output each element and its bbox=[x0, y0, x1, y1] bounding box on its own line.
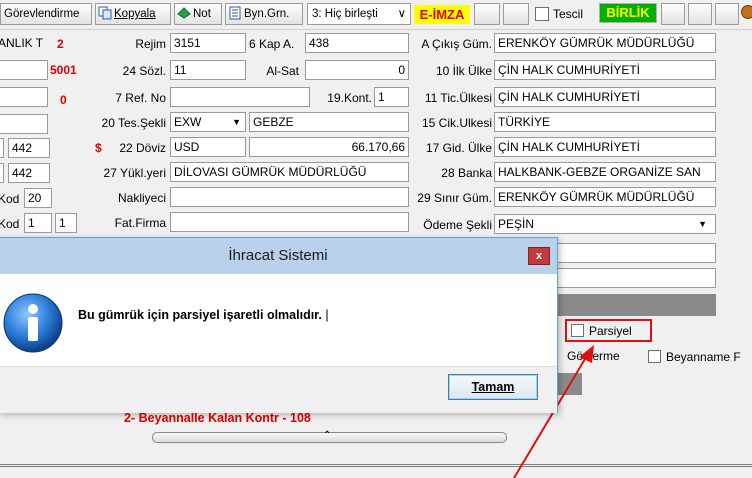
dialog-message: Bu gümrük için parsiyel işaretli olmalıd… bbox=[78, 308, 329, 322]
ok-button[interactable]: Tamam bbox=[448, 374, 538, 400]
info-icon bbox=[2, 292, 64, 357]
dialog-title: İhracat Sistemi bbox=[228, 247, 328, 264]
dialog-message-text: Bu gümrük için parsiyel işaretli olmalıd… bbox=[78, 308, 322, 322]
dialog-button-bar: Tamam bbox=[0, 366, 557, 413]
message-dialog: İhracat Sistemi x Bu gümrük için parsiye… bbox=[0, 237, 558, 413]
ok-button-label: Tamam bbox=[471, 380, 515, 394]
close-button[interactable]: x bbox=[528, 247, 550, 265]
dialog-title-bar[interactable]: İhracat Sistemi x bbox=[0, 238, 557, 274]
